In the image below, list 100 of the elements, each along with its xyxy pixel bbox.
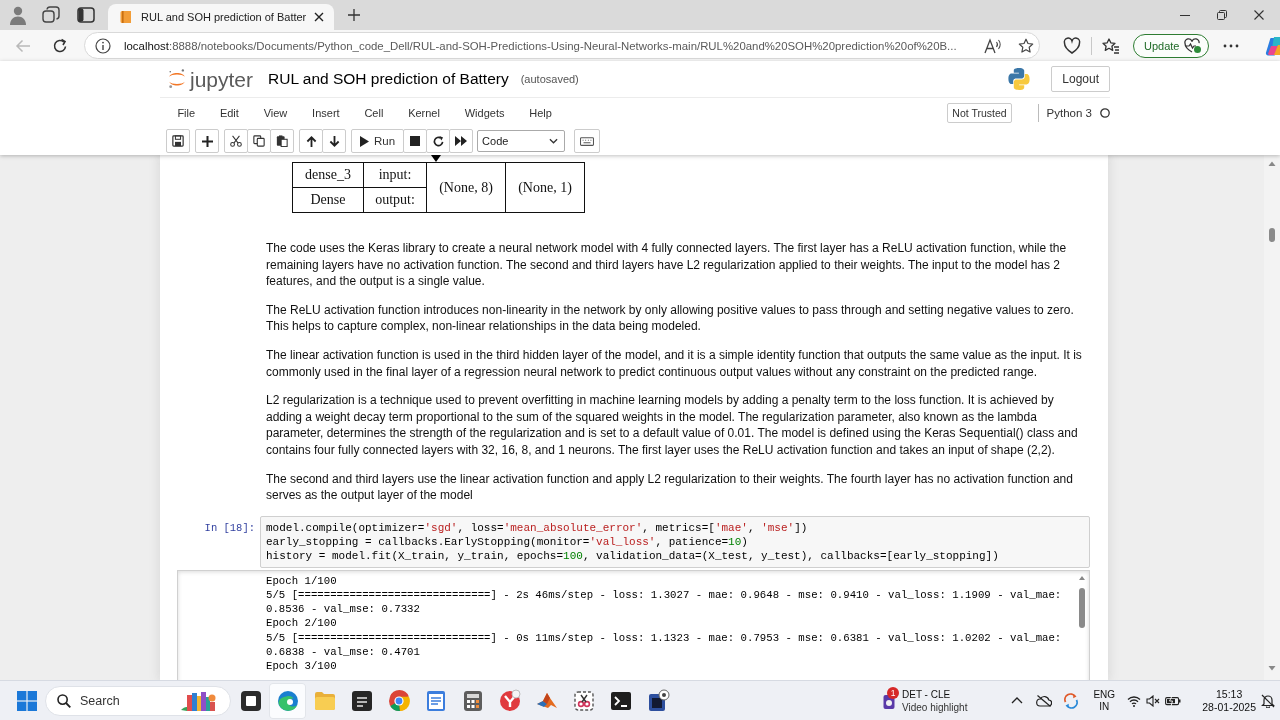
layer-type: Dense — [292, 187, 364, 213]
fast-forward-icon — [455, 136, 468, 146]
output-line: Epoch 2/100 — [266, 616, 338, 631]
widget-title: DET - CLE — [902, 687, 952, 701]
markdown-paragraph: The second and third layers use the linear activation function and apply L2 regularization to their weights. The fourth layer has no activation function and serves as the output layer of the model — [266, 470, 1074, 504]
favorite-star-icon[interactable] — [1018, 37, 1034, 54]
update-button[interactable]: Update — [1133, 33, 1210, 58]
menu-item[interactable]: Cell — [352, 106, 396, 119]
heart-pulse-icon — [1184, 37, 1203, 54]
code-line: history = model.fit(X_train, y_train, epochs=100, validation_data=(X_test, y_test), callbacks=[early_stopping]) — [266, 548, 1000, 563]
menu-item[interactable]: Help — [516, 106, 565, 119]
widget-subtitle: Video highlight — [902, 700, 968, 714]
new-tab-icon[interactable] — [348, 9, 361, 21]
save-icon — [172, 135, 184, 147]
logo-text[interactable]: jupyter — [190, 68, 254, 90]
trust-button[interactable]: Not Trusted — [947, 102, 1012, 123]
output-line: 0.6838 - val_mse: 0.4701 — [266, 644, 421, 659]
menu-item[interactable]: View — [251, 106, 300, 119]
speaker-muted-icon[interactable] — [1146, 694, 1161, 707]
output-line: 0.8536 - val_mse: 0.7332 — [266, 602, 421, 617]
clock[interactable]: 15:13 28-01-2025 — [1202, 687, 1256, 714]
search-box[interactable]: Search — [45, 685, 231, 716]
copy-icon — [253, 135, 265, 147]
menu-item[interactable]: File — [165, 106, 208, 119]
run-button[interactable]: Run — [351, 129, 405, 153]
workspaces-icon[interactable] — [42, 6, 60, 24]
logout-button[interactable]: Logout — [1051, 66, 1110, 92]
menu-item[interactable]: Insert — [299, 106, 352, 119]
notebook-title[interactable]: RUL and SOH prediction of Battery — [268, 70, 509, 88]
arrow-down-icon — [328, 135, 340, 147]
code-editor[interactable] — [260, 515, 1090, 568]
shape-label: (None, 1) — [505, 162, 585, 213]
window-icon — [238, 688, 263, 713]
jupyter-logo-icon[interactable] — [168, 68, 186, 90]
code-line: model.compile(optimizer='sgd', loss='mean_absolute_error', metrics=['mae', 'mse']) — [266, 520, 809, 535]
close-icon[interactable] — [1253, 10, 1264, 20]
code-line: early_stopping = callbacks.EarlyStopping(monitor='val_loss', patience=10) — [266, 534, 749, 549]
play-icon — [360, 135, 369, 147]
markdown-paragraph: The linear activation function is used in the third hidden layer of the model, and it is a simple identity function that outputs the same value as the input. It is commonly used in the final layer of a regression neural network to predict continuous output values without any constraint on the predicted range. — [266, 346, 1083, 381]
tab-title: RUL and SOH prediction of Batter — [141, 11, 307, 23]
tab-actions-icon[interactable] — [77, 6, 95, 24]
python-logo-icon — [1007, 67, 1032, 91]
markdown-paragraph: The ReLU activation function introduces non-linearity in the network by only allowing positive values to pass through and setting negative values to zero. This helps to capture complex, non-linear relationships in the data being modeled. — [266, 301, 1075, 335]
sync-icon[interactable] — [1063, 692, 1080, 709]
move-down-button[interactable] — [322, 129, 346, 153]
heart-icon[interactable] — [1063, 36, 1081, 55]
cloud-off-icon[interactable] — [1036, 693, 1053, 708]
chevron-down-icon — [549, 138, 559, 144]
menu-item[interactable]: Kernel — [395, 106, 453, 119]
browser-tab[interactable]: RUL and SOH prediction of Batter — [108, 4, 335, 30]
address-bar[interactable]: localhost:8888/notebooks/Documents/Python_code_Dell/RUL-and-SOH-Predictions-Using-Neural-Networks-main/RUL%20and%20SOH%20prediction%20of%20B... — [84, 32, 1040, 59]
minimize-icon[interactable] — [1179, 14, 1190, 16]
keyboard-icon — [580, 136, 595, 146]
output-line: 5/5 [==============================] - 2s 46ms/step - loss: 1.3027 - mae: 0.9648 - mse: 0.9410 - val_loss: 1.1909 - val_mae: — [266, 587, 1063, 603]
port-label: input: — [363, 162, 427, 188]
plus-icon — [201, 135, 213, 147]
run-all-button[interactable] — [449, 129, 474, 153]
output-line: 5/5 [==============================] - 0s 11ms/step - loss: 1.1323 - mae: 0.7953 - mse: 0.6381 - val_loss: 1.0202 - val_mae: — [266, 630, 1063, 645]
search-field[interactable]: Search — [80, 693, 180, 708]
menu-item[interactable]: Widgets — [452, 106, 517, 119]
cell-type-dropdown[interactable]: Code — [477, 130, 566, 152]
clipboard-icon — [276, 135, 288, 147]
stop-icon — [410, 136, 421, 146]
battery-icon[interactable] — [1165, 695, 1182, 706]
shape-label: (None, 8) — [426, 162, 506, 213]
restart-button[interactable] — [426, 129, 451, 153]
start-icon[interactable] — [17, 690, 37, 711]
more-icon[interactable] — [1223, 43, 1240, 48]
copy-button[interactable] — [247, 129, 271, 153]
cut-button[interactable] — [224, 129, 248, 153]
output-line: Epoch 3/100 — [266, 658, 338, 674]
markdown-paragraph: L2 regularization is a technique used to prevent overfitting in machine learning models by adding a penalty term to the loss function. It is achieved by adding a weight decay term proportional to the sum of the squared weights in the model. The regularization parameter, also known as the lambda parameter, determines the strength of the regularization and is set to a default value of 0.01. The model is defined using the Keras Sequential() class and contains four fully connected layers with 32, 16, 8, and 1 neurons. The first layer uses the ReLU activation function and takes an input of shape (2,2). — [266, 392, 1079, 459]
markdown-paragraph: The code uses the Keras library to create a neural network model with 4 fully connected layers. The first layer has a ReLU activation function, while the remaining layers have no activation function. The second and third layers have L2 regularization applied to their weights. The input to the model has 2 features, and the output is a single value. — [266, 240, 1068, 290]
chevron-up-icon[interactable] — [1011, 697, 1024, 704]
swirl-logo-icon[interactable] — [1265, 35, 1280, 56]
round-app-icon — [497, 688, 522, 713]
save-button[interactable] — [166, 129, 190, 153]
language-indicator[interactable]: ENG IN — [1091, 688, 1118, 713]
command-palette-button[interactable] — [574, 129, 601, 153]
kernel-name: Python 3 — [1046, 106, 1092, 119]
read-aloud-icon[interactable] — [984, 37, 1002, 54]
browser-icon — [275, 688, 300, 713]
info-icon[interactable] — [95, 37, 111, 54]
save-status: (autosaved) — [520, 73, 579, 85]
favorites-icon[interactable] — [1102, 36, 1120, 55]
move-up-button[interactable] — [299, 129, 323, 153]
close-tab-icon[interactable] — [314, 12, 325, 22]
paste-button[interactable] — [270, 129, 294, 153]
refresh-icon[interactable] — [52, 37, 68, 54]
profile-icon[interactable] — [8, 5, 28, 25]
restore-icon[interactable] — [1216, 10, 1227, 20]
interrupt-button[interactable] — [403, 129, 428, 153]
bell-icon[interactable] — [1261, 693, 1275, 708]
news-widget[interactable]: 1 DET - CLE Video highlight — [879, 683, 972, 718]
wifi-icon[interactable] — [1127, 694, 1142, 707]
menu-item[interactable]: Edit — [207, 106, 252, 119]
insert-cell-button[interactable] — [195, 129, 219, 153]
url-text[interactable]: localhost:8888/notebooks/Documents/Python_code_Dell/RUL-and-SOH-Predictions-Using-Neural-Networks-main/RUL%20and%20SOH%20prediction%20of%20B... — [124, 39, 978, 52]
scissors-icon — [230, 135, 242, 147]
layer-name: dense_3 — [292, 162, 364, 188]
